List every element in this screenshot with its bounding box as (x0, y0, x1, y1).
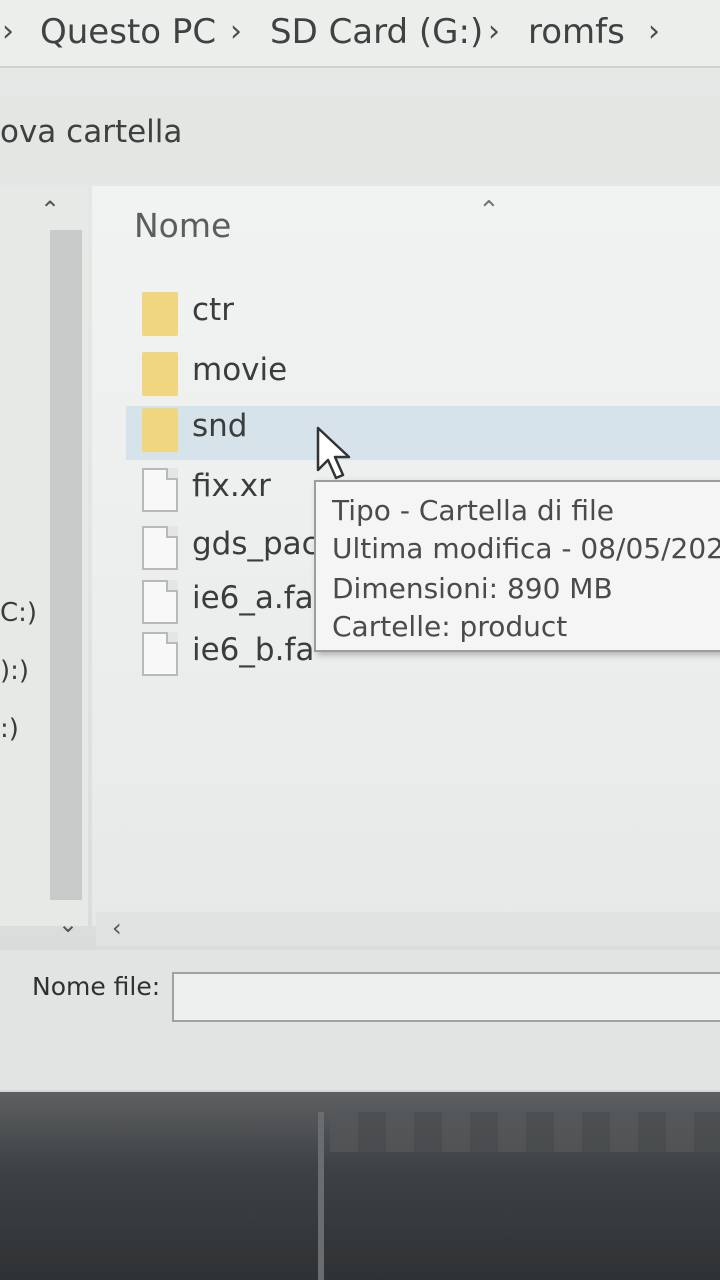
new-folder-button[interactable]: ova cartella (0, 114, 182, 150)
bezel-divider (318, 1112, 324, 1280)
breadcrumb-item-romfs[interactable]: romfs (528, 12, 625, 52)
nav-drive-e[interactable]: :) (0, 714, 19, 744)
list-item[interactable]: ctr (126, 290, 720, 344)
chevron-down-icon[interactable]: ⌄ (58, 910, 78, 938)
nav-scrollbar[interactable] (50, 230, 82, 900)
breadcrumb-chevron-icon: › (230, 14, 242, 49)
item-name: ie6_a.fa (192, 580, 314, 616)
nav-drive-d[interactable]: ):) (0, 656, 29, 686)
chevron-left-icon[interactable]: ‹ (112, 914, 122, 942)
toolbar: ova cartella (0, 96, 720, 178)
folder-icon (142, 408, 178, 452)
address-bar[interactable]: › Questo PC › SD Card (G:) › romfs › (0, 0, 720, 68)
list-item[interactable]: movie (126, 350, 720, 404)
column-header-name[interactable]: Nome (134, 206, 231, 245)
monitor-bezel (0, 1092, 720, 1280)
filename-label: Nome file: (32, 972, 161, 1001)
folder-icon (142, 292, 178, 336)
folder-info-tooltip: Tipo - Cartella di file Ultima modifica … (314, 480, 720, 652)
chevron-up-icon[interactable]: ⌃ (40, 196, 60, 224)
tooltip-type: Tipo - Cartella di file (332, 494, 614, 527)
filename-input[interactable] (172, 972, 720, 1022)
explorer-photo: › Questo PC › SD Card (G:) › romfs › ova… (0, 0, 720, 1280)
breadcrumb-chevron-icon: › (2, 14, 14, 49)
nav-drive-c[interactable]: C:) (0, 598, 37, 628)
mouse-cursor-icon (316, 426, 351, 480)
breadcrumb-chevron-icon[interactable]: › (648, 14, 660, 49)
item-name: fix.xr (192, 468, 271, 504)
horizontal-scrollbar[interactable] (96, 912, 720, 946)
file-icon (142, 580, 178, 624)
breadcrumb-item-questo-pc[interactable]: Questo PC (40, 12, 216, 52)
tooltip-modified: Ultima modifica - 08/05/202 (332, 532, 720, 565)
item-name: snd (192, 408, 248, 444)
folder-icon (142, 352, 178, 396)
item-name: ie6_b.fa (192, 632, 315, 668)
bezel-pattern (330, 1112, 720, 1152)
tooltip-size: Dimensioni: 890 MB (332, 572, 613, 605)
breadcrumb-chevron-icon: › (488, 14, 500, 49)
item-name: ctr (192, 292, 234, 328)
sort-ascending-icon: ⌃ (478, 196, 500, 226)
item-name: movie (192, 352, 288, 388)
file-icon (142, 526, 178, 570)
file-icon (142, 632, 178, 676)
list-item[interactable]: snd (126, 406, 720, 460)
breadcrumb-item-sd-card[interactable]: SD Card (G:) (270, 12, 483, 52)
file-icon (142, 468, 178, 512)
tooltip-folders: Cartelle: product (332, 610, 568, 643)
